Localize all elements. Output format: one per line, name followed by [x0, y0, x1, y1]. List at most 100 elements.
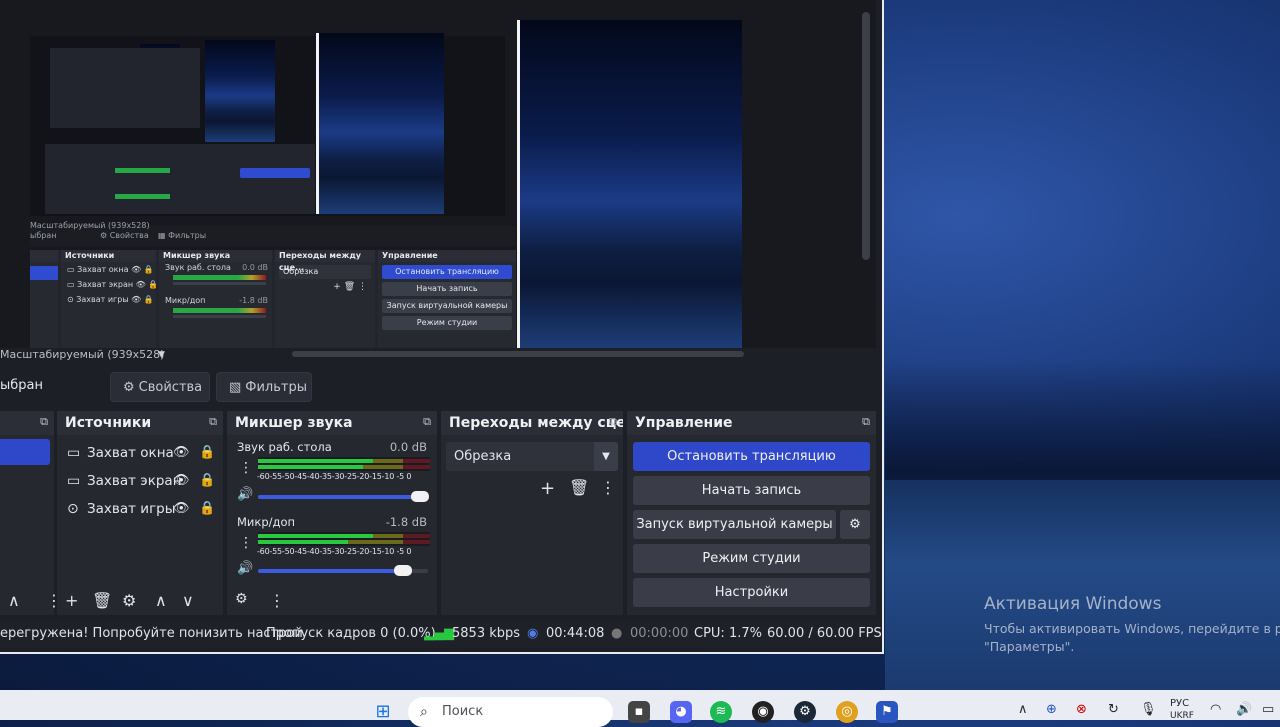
move-down-icon[interactable]: ∨: [182, 591, 194, 610]
controls-dock-title: Управление: [627, 411, 876, 435]
scale-dropdown-arrow-icon[interactable]: ▼: [158, 350, 165, 360]
mixer-dock-footer: ⚙ ⋮: [227, 587, 437, 615]
trash-icon[interactable]: 🗑: [569, 478, 589, 497]
slider-knob[interactable]: [394, 565, 412, 576]
trash-icon[interactable]: 🗑: [92, 591, 112, 610]
activation-title: Активация Windows: [984, 594, 1162, 614]
stop-stream-button[interactable]: Остановить трансляцию: [633, 442, 870, 471]
add-transition-icon[interactable]: +: [540, 478, 555, 499]
record-indicator-icon: ●: [611, 626, 623, 641]
scenes-dock-footer: ∧ ⋮: [0, 587, 62, 615]
status-fps: 60.00 / 60.00 FPS: [767, 626, 882, 641]
slider-fill: [258, 569, 403, 573]
properties-button[interactable]: ⚙ Свойства: [110, 372, 210, 402]
mini-source-3: ⊙ Захват игры 👁 🔒: [67, 295, 154, 304]
add-source-icon[interactable]: +: [65, 591, 78, 610]
mini-mixer: Микшер звука Звук раб. стола 0.0 dB Микр…: [159, 250, 272, 348]
sources-dock: Источники ⧉ ▭ Захват окна 👁 🔒 ▭ Захват э…: [57, 411, 223, 615]
transitions-dock-title: Переходы между сце...: [441, 411, 623, 435]
lock-icon[interactable]: 🔒: [199, 467, 215, 495]
tray-security-icon[interactable]: ⊗: [1076, 702, 1087, 717]
mixer-desktop-ticks: -60-55-50-45-40-35-30-25-20-15-10 -5 0: [257, 472, 412, 481]
preview-canvas[interactable]: Масштабируемый (939x528) ыбран ⚙ Свойств…: [0, 0, 876, 348]
move-up-icon[interactable]: ∧: [8, 591, 20, 610]
mini-properties: ⚙ Свойства: [100, 231, 149, 240]
status-bar: ерегружена! Попробуйте понизить настрой …: [0, 620, 882, 648]
filter-icon: ▧: [229, 380, 242, 395]
gear-icon[interactable]: ⚙: [122, 591, 136, 610]
gamepad-icon: ⊙: [67, 501, 79, 517]
mixer-channel-desktop-db: 0.0 dB: [389, 440, 427, 454]
eye-icon[interactable]: 👁: [173, 439, 190, 467]
activation-line-1: Чтобы активировать Windows, перейдите в …: [984, 621, 1280, 636]
lock-icon[interactable]: 🔒: [199, 495, 215, 523]
taskbar-search[interactable]: ⌕ Поиск: [408, 697, 613, 727]
signal-bars-icon: ▂▄▆: [424, 626, 454, 641]
stream-indicator-icon: ◉: [527, 626, 539, 641]
mini-source-2: ▭ Захват экран 👁 🔒: [67, 280, 159, 289]
mixer-mic-level-meter: [258, 532, 430, 546]
eye-icon[interactable]: 👁: [173, 467, 190, 495]
chevron-up-icon[interactable]: ∧: [1018, 702, 1028, 717]
speaker-icon[interactable]: 🔊: [237, 561, 253, 576]
start-recording-button[interactable]: Начать запись: [633, 476, 870, 505]
mixer-channel-mic-name: Микр/доп: [237, 515, 296, 529]
eye-icon[interactable]: 👁: [173, 495, 190, 523]
settings-button[interactable]: Настройки: [633, 578, 870, 607]
vcam-settings-gear-icon[interactable]: ⚙: [840, 510, 870, 539]
popout-icon[interactable]: ⧉: [609, 415, 617, 429]
gear-icon: ⚙: [123, 380, 135, 395]
preview-horizontal-scrollbar[interactable]: [292, 351, 744, 357]
obs-window: Масштабируемый (939x528) ыбран ⚙ Свойств…: [0, 0, 884, 654]
mixer-mic-menu-icon[interactable]: ⋮: [239, 535, 253, 551]
status-bitrate: 5853 kbps: [452, 626, 521, 641]
preview-nested-image-large: [517, 20, 742, 348]
mixer-desktop-volume-slider[interactable]: [258, 491, 429, 502]
tray-sync-icon[interactable]: ↻: [1108, 702, 1119, 717]
popout-icon[interactable]: ⧉: [423, 415, 431, 429]
mini-source-1: ▭ Захват окна 👁 🔒: [67, 265, 154, 274]
nested-stop-button: [240, 168, 310, 178]
mixer-mic-volume-slider[interactable]: [258, 565, 428, 576]
filters-button[interactable]: ▧ Фильтры: [216, 372, 312, 402]
transition-select[interactable]: Обрезка ▼: [446, 442, 618, 471]
monitor-icon: ▭: [67, 473, 81, 489]
lock-icon[interactable]: 🔒: [199, 439, 215, 467]
speaker-icon[interactable]: 🔊: [237, 487, 253, 502]
scene-item-selected[interactable]: [0, 439, 50, 465]
mini-sources: Источники ▭ Захват окна 👁 🔒 ▭ Захват экр…: [61, 250, 159, 348]
mixer-desktop-level-meter: [258, 457, 430, 471]
more-icon[interactable]: ⋮: [269, 591, 285, 610]
slider-fill: [258, 495, 420, 499]
tray-app-icon[interactable]: ⊕: [1046, 702, 1057, 717]
popout-icon[interactable]: ⧉: [40, 415, 48, 429]
source-item-game-capture[interactable]: ⊙ Захват игры 👁 🔒: [57, 495, 223, 523]
volume-icon[interactable]: 🔊: [1236, 702, 1252, 717]
mini-source-toolbar: Масштабируемый (939x528) ыбран ⚙ Свойств…: [30, 221, 516, 246]
popout-icon[interactable]: ⧉: [209, 415, 217, 429]
more-icon[interactable]: ⋮: [600, 478, 616, 497]
slider-knob[interactable]: [411, 491, 429, 502]
start-virtual-camera-button[interactable]: Запуск виртуальной камеры: [633, 510, 836, 539]
preview-scale-label: Масштабируемый (939x528): [0, 348, 165, 361]
nested-meter: [115, 168, 170, 173]
status-warning: ерегружена! Попробуйте понизить настрой: [0, 626, 303, 641]
battery-icon[interactable]: ▭: [1262, 702, 1274, 717]
mini-controls: Управление Остановить трансляцию Начать …: [378, 250, 516, 348]
source-item-window-capture[interactable]: ▭ Захват окна 👁 🔒: [57, 439, 223, 467]
mini-scenes: [30, 250, 58, 348]
microphone-icon[interactable]: 🎙: [1140, 702, 1157, 717]
studio-mode-button[interactable]: Режим студии: [633, 544, 870, 573]
advanced-audio-icon[interactable]: ⚙: [235, 591, 248, 607]
language-indicator[interactable]: РУС: [1170, 698, 1189, 709]
scenes-dock: ⧉ ∧ ⋮: [0, 411, 62, 615]
source-item-screen-capture[interactable]: ▭ Захват экран 👁 🔒: [57, 467, 223, 495]
mixer-desktop-menu-icon[interactable]: ⋮: [239, 460, 253, 476]
popout-icon[interactable]: ⧉: [862, 415, 870, 429]
mini-filters: ▦ Фильтры: [158, 231, 207, 240]
wifi-icon[interactable]: ◠: [1210, 702, 1221, 717]
status-record-time: 00:00:00: [630, 626, 689, 641]
move-up-icon[interactable]: ∧: [155, 591, 167, 610]
sources-dock-title: Источники: [57, 411, 223, 435]
preview-vertical-scrollbar[interactable]: [862, 12, 870, 260]
